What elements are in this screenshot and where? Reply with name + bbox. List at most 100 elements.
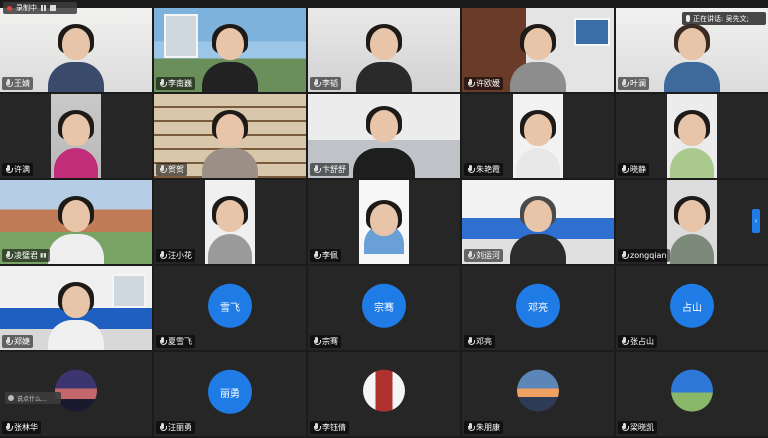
participant-name: 汪丽勇: [168, 423, 192, 432]
microphone-icon: [5, 79, 13, 88]
participant-name: 郑婕: [14, 337, 30, 346]
participant-name: 晓静: [630, 165, 646, 174]
microphone-icon: [313, 423, 321, 432]
participant-name: 贺贺: [168, 165, 184, 174]
video-feed: [667, 94, 717, 178]
chat-input[interactable]: 说点什么...: [5, 392, 61, 404]
participant-tile[interactable]: 邓亮 邓亮: [462, 266, 614, 350]
participant-name-label: 朱艳霞: [464, 163, 503, 176]
participant-avatar: 邓亮: [516, 283, 560, 328]
participant-name-label: 汪小花: [156, 249, 195, 262]
microphone-icon: [467, 79, 475, 88]
microphone-icon: [467, 423, 475, 432]
participant-tile[interactable]: 贺贺: [154, 94, 306, 178]
participant-name-label: 叶澜: [618, 77, 649, 90]
microphone-icon: [159, 79, 167, 88]
participant-tile[interactable]: 王婧: [0, 8, 152, 92]
participant-name-label: 许欧媛: [464, 77, 503, 90]
microphone-icon: [159, 337, 167, 346]
participant-tile[interactable]: 晓静: [616, 94, 768, 178]
participant-name: 李南巍: [168, 79, 192, 88]
participant-tile[interactable]: 雪飞 夏雪飞: [154, 266, 306, 350]
participant-name-label: 贺贺: [156, 163, 187, 176]
participant-name-label: 汪丽勇: [156, 421, 195, 434]
video-feed: [51, 94, 101, 178]
participant-name: 夏雪飞: [168, 337, 192, 346]
participant-tile[interactable]: 许欧媛: [462, 8, 614, 92]
participant-name: 许满: [14, 165, 30, 174]
participant-name: 朱朋康: [476, 423, 500, 432]
recording-indicator[interactable]: 录制中: [3, 2, 77, 14]
participant-tile[interactable]: 宗骞 宗骞: [308, 266, 460, 350]
participant-name-label: 许满: [2, 163, 33, 176]
participant-tile[interactable]: zongqian: [616, 180, 768, 264]
participant-tile[interactable]: 郑婕: [0, 266, 152, 350]
participant-name: 李佩: [322, 251, 338, 260]
participant-tile[interactable]: 许满: [0, 94, 152, 178]
participant-name: 凌璧君: [14, 251, 38, 260]
stop-icon[interactable]: [50, 5, 56, 11]
participant-tile[interactable]: 朱朋康: [462, 352, 614, 436]
participant-name-label: 郑婕: [2, 335, 33, 348]
participant-name: 张林华: [14, 423, 38, 432]
speaking-label: 正在讲话: 吴先文;: [693, 14, 749, 23]
participant-tile[interactable]: 卞舒舒: [308, 94, 460, 178]
participant-name: zongqian: [630, 251, 667, 260]
microphone-icon: [159, 251, 167, 260]
participant-grid: 王婧 李南巍 李韬 许欧媛 叶澜 许满 贺贺 卞舒舒 朱艳霞 晓静 凌璧君▮▮: [0, 8, 768, 438]
participant-tile[interactable]: 李韬: [308, 8, 460, 92]
participant-tile[interactable]: 占山 张占山: [616, 266, 768, 350]
participant-photo-avatar: [671, 369, 713, 412]
video-feed: [667, 180, 717, 264]
participant-name-label: 夏雪飞: [156, 335, 195, 348]
participant-tile[interactable]: 汪小花: [154, 180, 306, 264]
participant-name: 李钰倩: [322, 423, 346, 432]
microphone-icon: [313, 251, 321, 260]
participant-name: 卞舒舒: [322, 165, 346, 174]
participant-name: 张占山: [630, 337, 654, 346]
participant-avatar: 占山: [670, 283, 714, 328]
microphone-icon: [621, 251, 629, 260]
participant-tile[interactable]: 梁晓凯: [616, 352, 768, 436]
microphone-icon: [5, 165, 13, 174]
participant-name: 王婧: [14, 79, 30, 88]
participant-name: 许欧媛: [476, 79, 500, 88]
participant-name: 邓亮: [476, 337, 492, 346]
participant-photo-avatar: [363, 369, 405, 412]
audio-level-icon: ▮▮: [40, 252, 47, 259]
participant-name-label: 李韬: [310, 77, 341, 90]
microphone-icon: [467, 251, 475, 260]
video-feed: [513, 94, 563, 178]
microphone-icon: [313, 337, 321, 346]
participant-name-label: 凌璧君 ▮▮: [2, 249, 50, 262]
participant-name: 朱艳霞: [476, 165, 500, 174]
participant-name-label: 张林华: [2, 421, 41, 434]
participant-avatar: 雪飞: [208, 283, 252, 328]
participant-photo-avatar: [55, 369, 97, 412]
participant-tile[interactable]: 刘运河: [462, 180, 614, 264]
participant-tile[interactable]: 李钰倩: [308, 352, 460, 436]
participant-name: 宗骞: [322, 337, 338, 346]
pause-icon[interactable]: [41, 5, 46, 11]
participant-tile[interactable]: 李佩: [308, 180, 460, 264]
microphone-icon: [313, 165, 321, 174]
record-dot-icon: [7, 5, 12, 11]
chat-placeholder: 说点什么...: [17, 395, 47, 403]
participant-name-label: zongqian: [618, 249, 670, 262]
participant-name: 刘运河: [476, 251, 500, 260]
participant-name-label: 邓亮: [464, 335, 495, 348]
microphone-icon: [5, 423, 13, 432]
participant-tile[interactable]: 朱艳霞: [462, 94, 614, 178]
participant-name-label: 晓静: [618, 163, 649, 176]
participant-avatar: 丽勇: [208, 369, 252, 414]
participant-tile[interactable]: 凌璧君 ▮▮: [0, 180, 152, 264]
participant-name-label: 张占山: [618, 335, 657, 348]
microphone-icon: [621, 337, 629, 346]
participant-name-label: 刘运河: [464, 249, 503, 262]
microphone-icon: [467, 165, 475, 174]
participant-name: 汪小花: [168, 251, 192, 260]
participant-tile[interactable]: 丽勇 汪丽勇: [154, 352, 306, 436]
participant-tile[interactable]: 李南巍: [154, 8, 306, 92]
next-page-button[interactable]: ›: [752, 209, 760, 233]
participant-name-label: 宗骞: [310, 335, 341, 348]
